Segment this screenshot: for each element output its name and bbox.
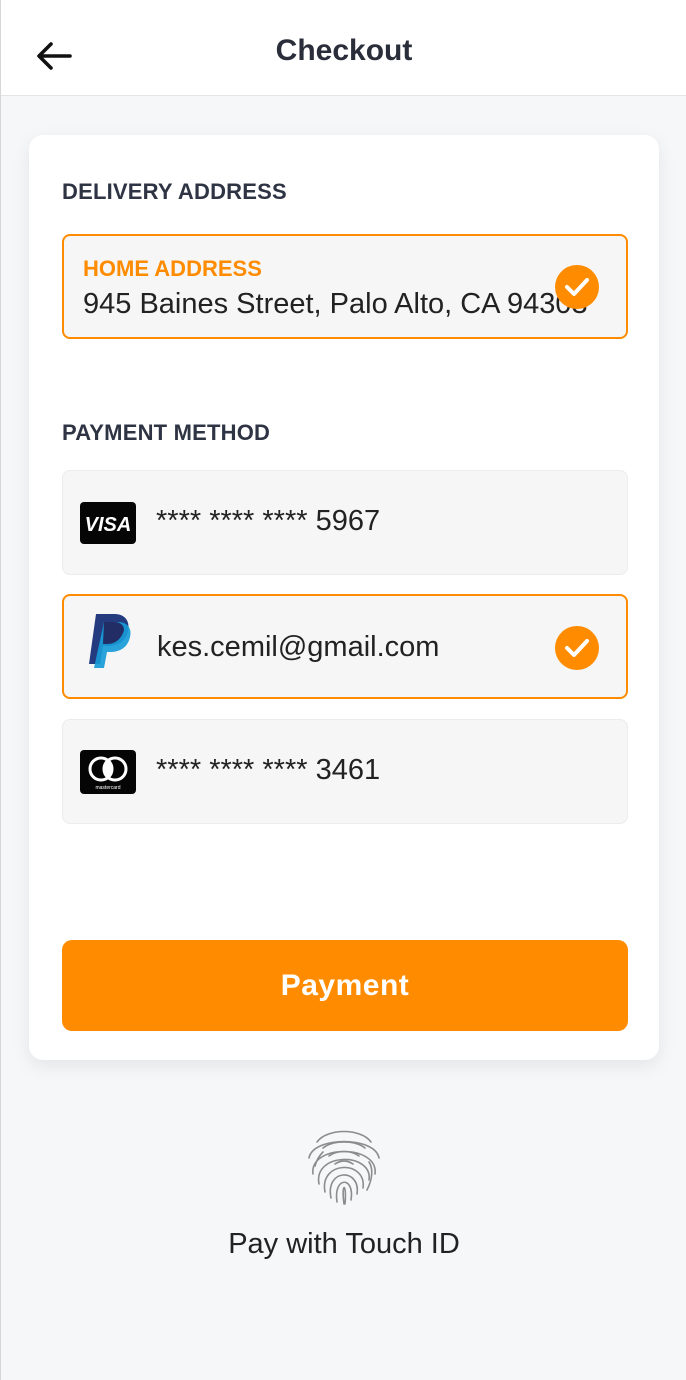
- address-value: 945 Baines Street, Palo Alto, CA 94303: [83, 288, 588, 320]
- svg-text:mastercard: mastercard: [95, 785, 120, 791]
- page-title: Checkout: [275, 34, 413, 67]
- fingerprint-icon[interactable]: [299, 1118, 389, 1208]
- paypal-email: kes.cemil@gmail.com: [157, 631, 440, 663]
- app-header: Checkout: [1, 0, 686, 96]
- mastercard-logo-icon: mastercard: [80, 750, 136, 794]
- delivery-address-heading: DELIVERY ADDRESS: [62, 179, 287, 204]
- home-address-option[interactable]: HOME ADDRESS 945 Baines Street, Palo Alt…: [62, 234, 628, 339]
- touch-id-label[interactable]: Pay with Touch ID: [1, 1228, 686, 1261]
- mastercard-card-number: **** **** **** 3461: [156, 754, 381, 786]
- check-icon: [555, 265, 599, 309]
- payment-option-visa[interactable]: VISA **** **** **** 5967: [62, 470, 628, 575]
- checkout-card: DELIVERY ADDRESS HOME ADDRESS 945 Baines…: [29, 135, 659, 1060]
- address-label: HOME ADDRESS: [83, 256, 262, 281]
- payment-option-mastercard[interactable]: mastercard **** **** **** 3461: [62, 719, 628, 824]
- payment-option-paypal[interactable]: kes.cemil@gmail.com: [62, 594, 628, 699]
- paypal-logo-icon: [81, 614, 137, 668]
- payment-method-heading: PAYMENT METHOD: [62, 420, 271, 445]
- payment-button[interactable]: Payment: [62, 940, 628, 1031]
- visa-logo-icon: VISA: [80, 501, 136, 545]
- touch-id-section: Pay with Touch ID: [1, 1118, 686, 1261]
- svg-text:VISA: VISA: [85, 514, 132, 536]
- visa-card-number: **** **** **** 5967: [156, 505, 381, 537]
- check-icon: [555, 626, 599, 670]
